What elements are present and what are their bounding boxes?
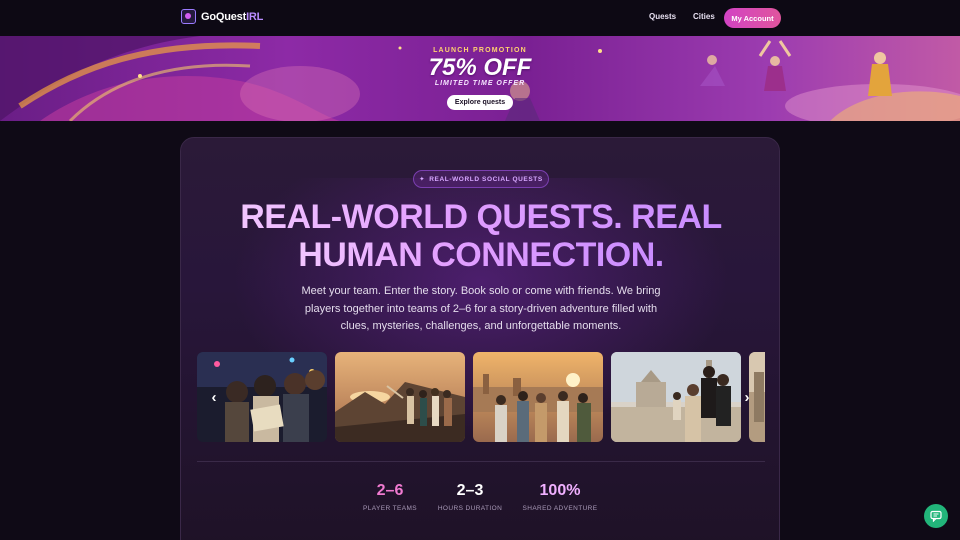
stat-shared-adventure: 100% SHARED ADVENTURE bbox=[515, 482, 605, 512]
logo-prefix: GoQuest bbox=[201, 10, 247, 23]
logo-icon bbox=[181, 9, 196, 24]
chat-bubble-icon bbox=[930, 510, 942, 522]
chevron-right-icon: › bbox=[744, 388, 750, 406]
hero-headline: REAL-WORLD QUESTS. REAL HUMAN CONNECTION… bbox=[181, 198, 779, 274]
logo-suffix: IRL bbox=[246, 10, 264, 23]
top-nav: GoQuestIRL Quests Cities My Account bbox=[0, 0, 960, 36]
stat-label: PLAYER TEAMS bbox=[362, 505, 418, 512]
stat-value: 2–6 bbox=[376, 482, 404, 499]
chevron-left-icon: ‹ bbox=[211, 388, 217, 406]
logo[interactable]: GoQuestIRL bbox=[181, 9, 263, 24]
promo-banner[interactable]: LAUNCH PROMOTION 75% OFF LIMITED TIME OF… bbox=[0, 36, 960, 121]
stat-hours-duration: 2–3 HOURS DURATION bbox=[425, 482, 515, 512]
nav-link-quests[interactable]: Quests bbox=[649, 12, 676, 21]
stats-divider bbox=[197, 461, 765, 462]
sparkle-icon: ✦ bbox=[419, 176, 426, 183]
headline-line-1: REAL-WORLD QUESTS. REAL bbox=[240, 198, 722, 236]
category-pill: ✦ REAL-WORLD SOCIAL QUESTS bbox=[413, 170, 549, 188]
photo-carousel[interactable]: ‹ › bbox=[197, 352, 765, 442]
carousel-photo bbox=[611, 352, 741, 442]
logo-text: GoQuestIRL bbox=[201, 11, 263, 23]
hero-card: ✦ REAL-WORLD SOCIAL QUESTS REAL-WORLD QU… bbox=[180, 137, 780, 540]
promo-subtitle: LIMITED TIME OFFER bbox=[434, 80, 526, 87]
stat-label: HOURS DURATION bbox=[437, 505, 503, 512]
hero-description: Meet your team. Enter the story. Book so… bbox=[301, 285, 661, 332]
stat-value: 2–3 bbox=[456, 482, 484, 499]
my-account-button[interactable]: My Account bbox=[724, 8, 781, 28]
nav-link-cities[interactable]: Cities bbox=[693, 12, 715, 21]
chat-button[interactable] bbox=[924, 504, 948, 528]
stat-player-teams: 2–6 PLAYER TEAMS bbox=[345, 482, 435, 512]
carousel-photo bbox=[473, 352, 603, 442]
carousel-photo bbox=[335, 352, 465, 442]
pill-label: REAL-WORLD SOCIAL QUESTS bbox=[429, 175, 543, 183]
promo-headline: 75% OFF bbox=[428, 54, 532, 81]
stat-label: SHARED ADVENTURE bbox=[522, 505, 598, 512]
carousel-next-button[interactable]: › bbox=[738, 388, 756, 406]
explore-quests-button[interactable]: Explore quests bbox=[447, 95, 513, 110]
carousel-prev-button[interactable]: ‹ bbox=[205, 388, 223, 406]
headline-line-2: HUMAN CONNECTION. bbox=[298, 236, 664, 274]
promo-label: LAUNCH PROMOTION bbox=[433, 47, 527, 54]
stat-value: 100% bbox=[539, 482, 581, 499]
